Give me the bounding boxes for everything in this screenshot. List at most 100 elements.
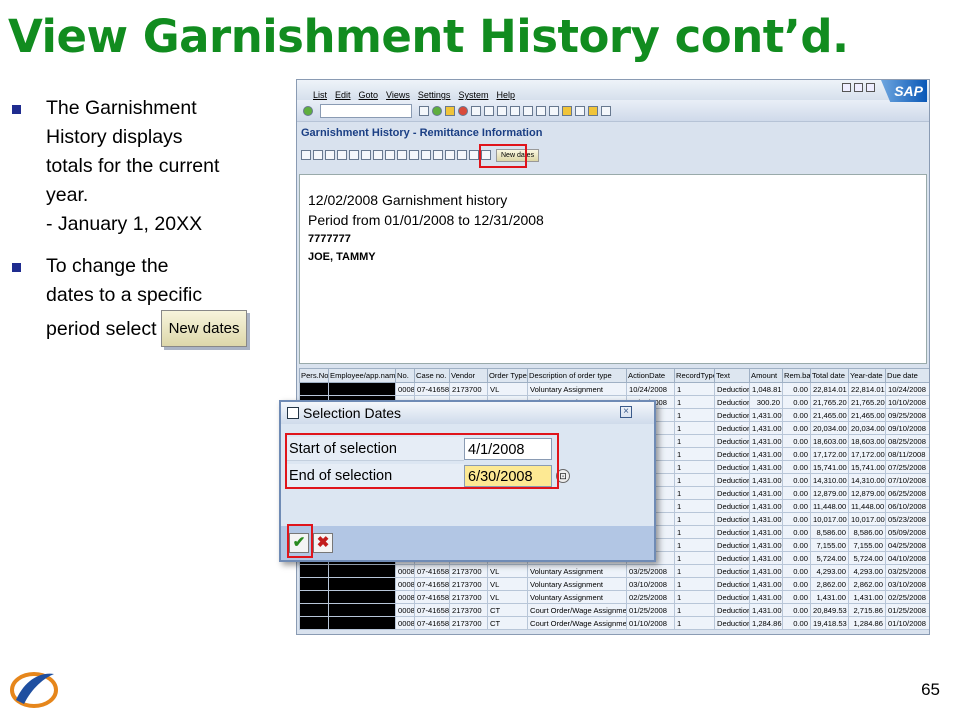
table-cell: 07-41658 [414, 603, 450, 617]
table-cell: CT [487, 616, 528, 630]
column-header[interactable]: Year-date [848, 368, 886, 383]
table-row[interactable]: 0008 07-41658 2173700 CT Court Order/Wage As… [299, 603, 929, 617]
column-header[interactable]: Due date [885, 368, 929, 383]
menu-goto[interactable]: Goto [359, 90, 379, 100]
details-icon[interactable] [301, 150, 311, 160]
menu-edit[interactable]: Edit [335, 90, 351, 100]
table-row[interactable]: 000807-416582173700VLVoluntary Assignmen… [299, 564, 929, 578]
menu-views[interactable]: Views [386, 90, 410, 100]
help-icon[interactable] [588, 105, 598, 116]
table-cell: 03/25/2008 [885, 564, 929, 578]
graphic-icon[interactable] [457, 150, 467, 160]
cancel-x-icon[interactable]: ✖ [313, 533, 333, 553]
column-header[interactable]: Case no. [414, 368, 450, 383]
next-page-icon[interactable] [536, 105, 546, 116]
column-header[interactable]: Description of order type [527, 368, 627, 383]
table-cell: 0.00 [782, 538, 811, 552]
table-cell: 08/25/2008 [885, 434, 929, 448]
dialog-close-icon[interactable]: × [620, 406, 632, 418]
column-header[interactable]: Total date [810, 368, 849, 383]
table-cell: 05/09/2008 [885, 525, 929, 539]
table-cell: VL [487, 564, 528, 578]
table-cell: 1 [674, 525, 715, 539]
menu-settings[interactable]: Settings [418, 90, 451, 100]
word-processing-icon[interactable] [397, 150, 407, 160]
sort-descending-icon[interactable] [325, 150, 335, 160]
redacted-cell [299, 603, 329, 617]
first-page-icon[interactable] [510, 105, 520, 116]
table-cell: 22,814.01 [848, 382, 886, 396]
column-header[interactable]: RecordType [674, 368, 715, 383]
save-icon[interactable] [419, 105, 429, 116]
last-page-icon[interactable] [549, 105, 559, 116]
table-row[interactable]: 000807-416582173700VLVoluntary Assignmen… [299, 382, 929, 396]
column-header[interactable]: Order Type [487, 368, 528, 383]
column-header[interactable]: Amount [749, 368, 783, 383]
report-personnel-number: 7777777 [308, 233, 351, 245]
table-cell: 5,724.00 [848, 551, 886, 565]
table-cell: 1 [674, 577, 715, 591]
export-icon[interactable] [385, 150, 395, 160]
cancel-icon[interactable] [458, 105, 468, 116]
table-cell: 21,465.00 [810, 408, 849, 422]
column-header[interactable]: ActionDate [626, 368, 675, 383]
table-cell: 06/25/2008 [885, 486, 929, 500]
column-header[interactable]: Pers.No. [299, 368, 329, 383]
minimize-icon[interactable] [842, 83, 851, 92]
table-cell: 15,741.00 [810, 460, 849, 474]
filter-icon[interactable] [337, 150, 347, 160]
table-row[interactable]: 000807-416582173700VLVoluntary Assignmen… [299, 590, 929, 604]
find-icon[interactable] [484, 105, 494, 116]
menu-list[interactable]: List [313, 90, 327, 100]
table-cell: 21,465.00 [848, 408, 886, 422]
sap-logo: SAP [881, 80, 927, 102]
table-cell: 1 [674, 512, 715, 526]
column-header[interactable]: Employee/app.name [328, 368, 396, 383]
table-row[interactable]: 000807-416582173700VLVoluntary Assignmen… [299, 577, 929, 591]
maximize-icon[interactable] [854, 83, 863, 92]
column-header[interactable]: Rem.bal. [782, 368, 811, 383]
column-header[interactable]: No. [395, 368, 415, 383]
table-row[interactable]: 0008 07-41658 2173700 CT Court Order/Wage As… [299, 616, 929, 630]
close-icon[interactable] [866, 83, 875, 92]
print-icon[interactable] [471, 105, 481, 116]
table-cell: 1,431.00 [749, 525, 783, 539]
save-layout-icon[interactable] [445, 150, 455, 160]
shortcut-icon[interactable] [575, 105, 585, 116]
find-next-icon[interactable] [497, 105, 507, 116]
subtotal-icon[interactable] [361, 150, 371, 160]
previous-page-icon[interactable] [523, 105, 533, 116]
select-layout-icon[interactable] [433, 150, 443, 160]
table-cell: 07-41658 [414, 590, 450, 604]
print-preview-icon[interactable] [373, 150, 383, 160]
total-icon[interactable] [349, 150, 359, 160]
sort-ascending-icon[interactable] [313, 150, 323, 160]
table-cell: 0.00 [782, 499, 811, 513]
table-cell: 1,431.00 [749, 551, 783, 565]
back-icon[interactable] [432, 105, 442, 116]
local-file-icon[interactable] [409, 150, 419, 160]
change-layout-icon[interactable] [421, 150, 431, 160]
table-cell: 20,849.53 [810, 603, 849, 617]
table-cell: 0.00 [782, 603, 811, 617]
table-cell: VL [487, 577, 528, 591]
bullet-2-line: dates to a specific [46, 284, 203, 306]
abc-analysis-icon[interactable] [469, 150, 479, 160]
column-header[interactable]: Vendor [449, 368, 488, 383]
enter-icon[interactable] [303, 105, 313, 116]
command-field[interactable] [320, 103, 412, 118]
table-cell: 1 [674, 447, 715, 461]
table-cell: 0.00 [782, 551, 811, 565]
table-cell: 09/10/2008 [885, 421, 929, 435]
layout-icon[interactable] [601, 105, 611, 116]
menu-system[interactable]: System [458, 90, 488, 100]
table-cell: 07/25/2008 [885, 460, 929, 474]
menu-help[interactable]: Help [496, 90, 515, 100]
new-session-icon[interactable] [562, 105, 572, 116]
table-cell: 0.00 [782, 395, 811, 409]
table-cell: 1,048.81 [749, 382, 783, 396]
table-cell: 0.00 [782, 434, 811, 448]
exit-icon[interactable] [445, 105, 455, 116]
table-cell: VL [487, 590, 528, 604]
column-header[interactable]: Text [714, 368, 750, 383]
